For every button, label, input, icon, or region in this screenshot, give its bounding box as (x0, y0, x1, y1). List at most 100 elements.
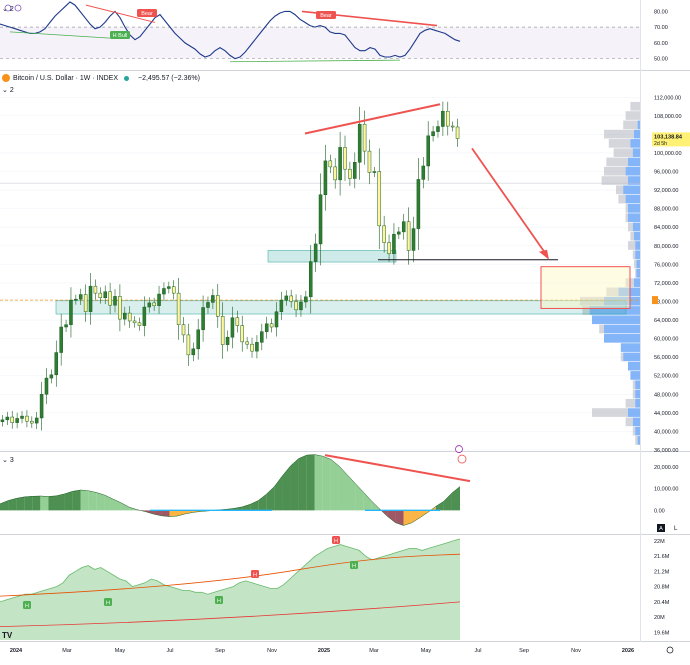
time-axis-tick: Nov (267, 648, 277, 654)
candle-body (152, 302, 156, 306)
volume-profile-bar (616, 185, 624, 195)
candle-body (83, 294, 88, 312)
chevron-down-icon: ⌄ (2, 457, 8, 464)
candle-body (74, 298, 78, 301)
price-axis-tick: 44,000.00 (654, 411, 678, 417)
candle-body (382, 225, 386, 243)
volume-profile-bar-up (625, 166, 640, 176)
price-axis-tick: 48,000.00 (654, 392, 678, 398)
volume-profile-bar (634, 259, 637, 269)
settings-gear-icon (666, 646, 674, 654)
momentum-axis-tick: 0.00 (654, 508, 665, 514)
volume-profile-bar (604, 166, 626, 176)
volume-profile-bar-up (632, 417, 640, 427)
candle-body (196, 329, 200, 350)
candle-body (308, 261, 313, 298)
volume-profile-bar-up (635, 398, 640, 408)
volume-profile-bar (592, 408, 628, 417)
volume-profile-bar-up (604, 324, 640, 334)
candle-body (220, 316, 225, 345)
price-pane-label[interactable]: ⌄ 2 (2, 86, 14, 94)
chart-canvas[interactable]: Bear H Bull Bear 80.00 70.00 60.00 50.00 112,00… (0, 0, 690, 660)
supply-axis-tick: 19.6M (654, 630, 670, 636)
momentum-area-segment (314, 454, 323, 511)
rsi-axis-tick: 50.00 (654, 57, 668, 63)
volume-profile-bar (632, 250, 636, 260)
candle-body (215, 295, 220, 317)
dividend-marker-icon (457, 454, 467, 464)
candle-body (113, 296, 117, 306)
candle-body (387, 242, 391, 254)
candle-body (372, 171, 377, 173)
candle-body (377, 171, 382, 227)
time-axis-tick: May (115, 648, 126, 654)
target-zone-box (540, 266, 631, 309)
last-price-label: 103,138.84 (654, 134, 683, 140)
time-axis-tick: Jul (474, 648, 481, 654)
candle-body (269, 323, 274, 328)
demand-zone (267, 250, 397, 263)
candle-body (318, 194, 323, 245)
candle-body (230, 317, 235, 338)
candle-body (162, 288, 166, 295)
candle-body (181, 324, 186, 336)
volume-profile-bar (625, 398, 636, 408)
candle-body (147, 302, 152, 308)
candle-body (103, 291, 107, 299)
last-price-countdown: 2d 5h (654, 141, 667, 147)
candle-body (167, 286, 171, 289)
momentum-area-segment (88, 490, 97, 511)
time-axis-tick: Mar (369, 648, 379, 654)
candle-body (294, 301, 298, 311)
candle-body (118, 296, 122, 320)
symbol-legend[interactable]: Bitcoin / U.S. Dollar · 1W · INDEX −2,49… (0, 72, 200, 84)
rsi-axis-tick: 60.00 (654, 41, 668, 47)
candle-body (264, 323, 269, 332)
candle-body (69, 299, 73, 325)
reference-level-marker (652, 296, 658, 305)
rsi-signal-label: Bear (141, 11, 153, 17)
candle-body (397, 231, 401, 235)
price-axis-tick: 60,000.00 (654, 337, 678, 343)
momentum-area-segment (24, 496, 33, 511)
candle-body (445, 110, 450, 127)
time-axis-tick: Nov (571, 648, 581, 654)
candle-body (34, 417, 39, 424)
price-axis-tick: 88,000.00 (654, 207, 678, 213)
symbol-title: Bitcoin / U.S. Dollar · 1W · INDEX (13, 74, 119, 82)
time-axis-tick: Sep (519, 648, 529, 654)
momentum-area-segment (290, 458, 299, 511)
candle-body (93, 285, 98, 294)
volume-profile-bar-up (635, 250, 640, 260)
candle-body (367, 150, 372, 173)
volume-profile-bar-up (632, 148, 640, 158)
candle-body (235, 317, 240, 326)
momentum-area-segment (40, 496, 49, 511)
candle-body (157, 293, 161, 306)
candle-body (64, 324, 68, 328)
price-axis-tick: 40,000.00 (654, 429, 678, 435)
candle-body (49, 374, 54, 379)
candle-body (343, 147, 347, 170)
candle-body (245, 341, 249, 345)
candle-body (328, 160, 333, 168)
candle-body (392, 233, 396, 254)
candle-body (313, 243, 318, 262)
momentum-area-segment (330, 459, 339, 511)
volume-profile-bar (632, 426, 636, 436)
candle-body (240, 325, 245, 343)
candle-body (59, 326, 63, 353)
momentum-pane-label[interactable]: ⌄ 3 (2, 456, 14, 464)
chart-root: Bear H Bull Bear 80.00 70.00 60.00 50.00 112,00… (0, 0, 690, 660)
volume-profile-bar-up (628, 408, 640, 417)
volume-profile-bar-up (634, 231, 640, 241)
volume-profile-bar (628, 241, 636, 250)
volume-profile-bar-up (623, 352, 640, 362)
volume-profile-bar-up (628, 213, 640, 222)
candle-body (44, 377, 49, 395)
momentum-axis-tick: 20,000.00 (654, 465, 678, 471)
rsi-pane-label[interactable]: ⌄ 2 (2, 5, 14, 13)
candle-body (88, 285, 93, 312)
candle-body (401, 221, 406, 233)
volume-profile-bar (606, 157, 628, 167)
